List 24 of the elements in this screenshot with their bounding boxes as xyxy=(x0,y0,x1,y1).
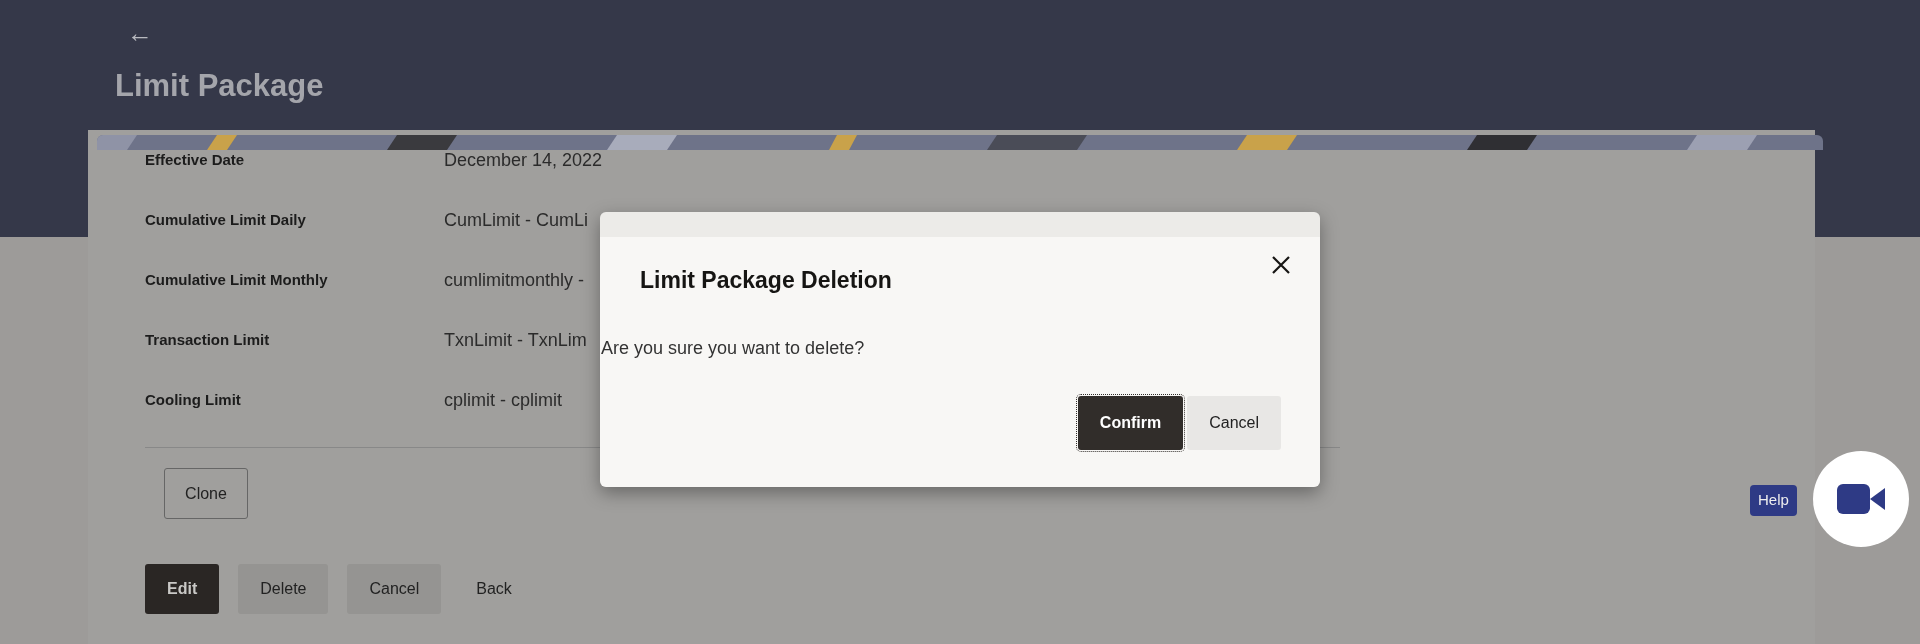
cancel-button[interactable]: Cancel xyxy=(1187,396,1281,450)
delete-button[interactable]: Delete xyxy=(238,564,329,614)
field-label: Transaction Limit xyxy=(145,329,271,350)
dialog-message: Are you sure you want to delete? xyxy=(601,337,865,360)
field-value: CumLimit - CumLi xyxy=(444,208,589,232)
field-label: Effective Date xyxy=(145,149,246,170)
video-camera-icon xyxy=(1837,484,1885,514)
field-value: cplimit - cplimit xyxy=(444,388,562,412)
field-value: December 14, 2022 xyxy=(444,148,603,172)
dialog-title: Limit Package Deletion xyxy=(640,267,892,295)
close-icon[interactable] xyxy=(1270,254,1292,276)
field-label: Cumulative Limit Daily xyxy=(145,209,307,230)
clone-button[interactable]: Clone xyxy=(164,468,248,519)
page-title: Limit Package xyxy=(115,67,325,105)
field-value: cumlimitmonthly - xyxy=(444,268,585,292)
cancel-button[interactable]: Cancel xyxy=(347,564,442,614)
field-label: Cooling Limit xyxy=(145,389,242,410)
back-link[interactable]: Back xyxy=(460,564,528,614)
confirm-button[interactable]: Confirm xyxy=(1077,396,1184,450)
field-value: TxnLimit - TxnLim xyxy=(444,328,587,352)
edit-button[interactable]: Edit xyxy=(145,564,220,614)
field-label: Cumulative Limit Monthly xyxy=(145,269,329,290)
back-button[interactable]: ← xyxy=(119,20,161,46)
help-button[interactable]: Help xyxy=(1750,485,1797,516)
